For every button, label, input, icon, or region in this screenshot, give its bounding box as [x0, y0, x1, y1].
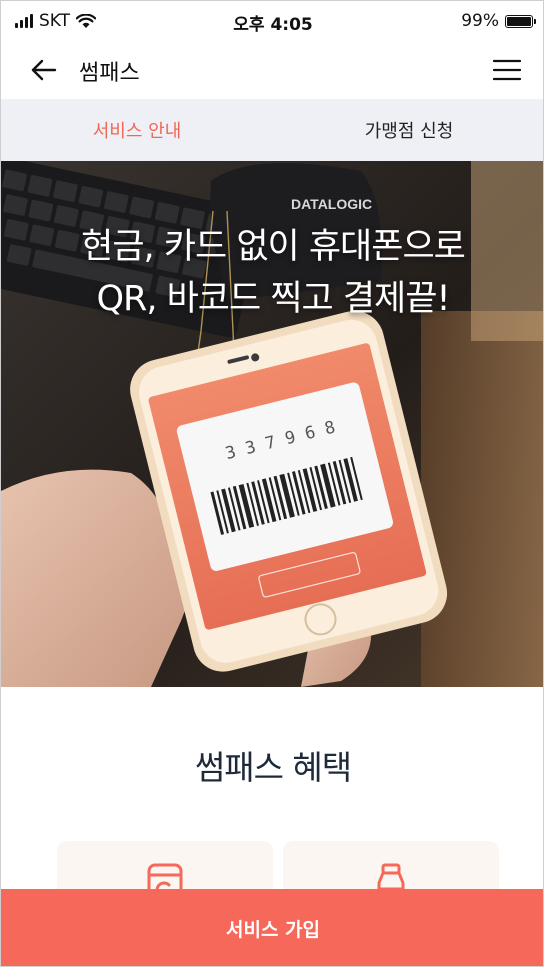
page-title: 썸패스 [79, 61, 140, 86]
hero-headline: 현금, 카드 없이 휴대폰으로 QR, 바코드 찍고 결제끝! [1, 221, 543, 325]
tab-bar: 서비스 안내 가맹점 신청 [1, 99, 543, 161]
benefits-title: 썸패스 혜택 [194, 748, 352, 787]
scanner-brand: DATALOGIC [291, 196, 372, 212]
hamburger-menu-icon[interactable] [493, 59, 521, 81]
battery-icon [505, 14, 536, 28]
tab-service-info[interactable]: 서비스 안내 [1, 99, 273, 161]
hero-line-2: QR, 바코드 찍고 결제끝! [96, 279, 450, 319]
tab-merchant-apply[interactable]: 가맹점 신청 [273, 99, 543, 161]
status-right: 99% [461, 11, 536, 31]
status-bar: SKT 오후 4:05 99% [1, 1, 543, 41]
hero-banner: DATALOGIC 3 3 7 9 6 8 현금, 카드 없이 휴대폰으로 QR… [1, 161, 543, 687]
arrow-left-icon[interactable] [29, 55, 59, 85]
service-signup-button[interactable]: 서비스 가입 [1, 889, 543, 966]
app-screen: SKT 오후 4:05 99% 썸패스 서비스 안내 가맹점 신청 DATALO… [0, 0, 544, 967]
app-header: 썸패스 [1, 41, 543, 99]
hero-line-1: 현금, 카드 없이 휴대폰으로 [81, 227, 466, 267]
battery-percent: 99% [461, 11, 499, 31]
